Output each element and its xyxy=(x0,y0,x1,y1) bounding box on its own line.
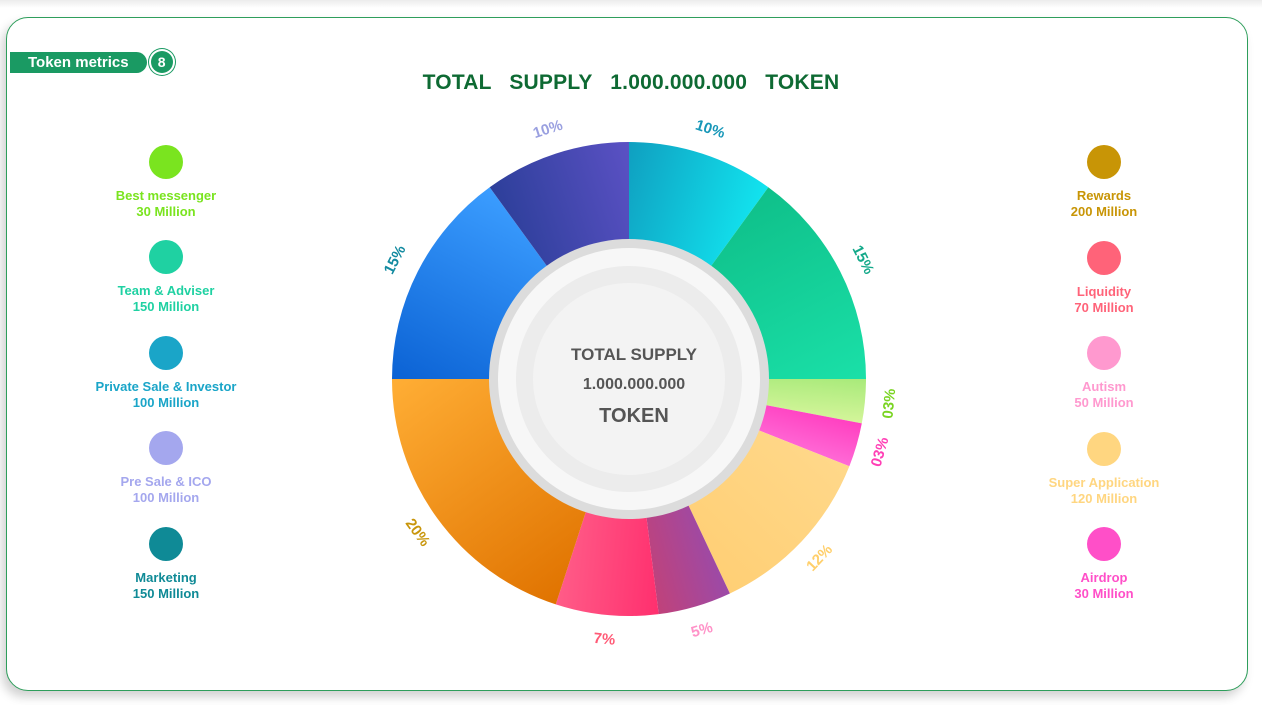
center-line-amount: 1.000.000.000 xyxy=(582,376,686,393)
slice-percent-label: 5% xyxy=(689,619,715,641)
slice-percent-label: 7% xyxy=(593,630,616,649)
slice-percent-label: 15% xyxy=(381,243,410,277)
donut-center-text: TOTAL SUPPLY 1.000.000.000 TOKEN xyxy=(534,340,734,432)
slice-percent-label: 03% xyxy=(879,388,899,419)
center-line-token: TOKEN xyxy=(599,405,669,427)
slice-percent-label: 03% xyxy=(868,435,893,469)
slice-percent-label: 12% xyxy=(803,541,836,575)
slice-percent-label: 10% xyxy=(531,117,565,142)
slice-percent-label: 20% xyxy=(402,516,433,550)
slice-percent-label: 10% xyxy=(693,117,727,142)
center-line-total-supply: TOTAL SUPPLY xyxy=(571,345,697,364)
slice-percent-label: 15% xyxy=(849,243,878,277)
